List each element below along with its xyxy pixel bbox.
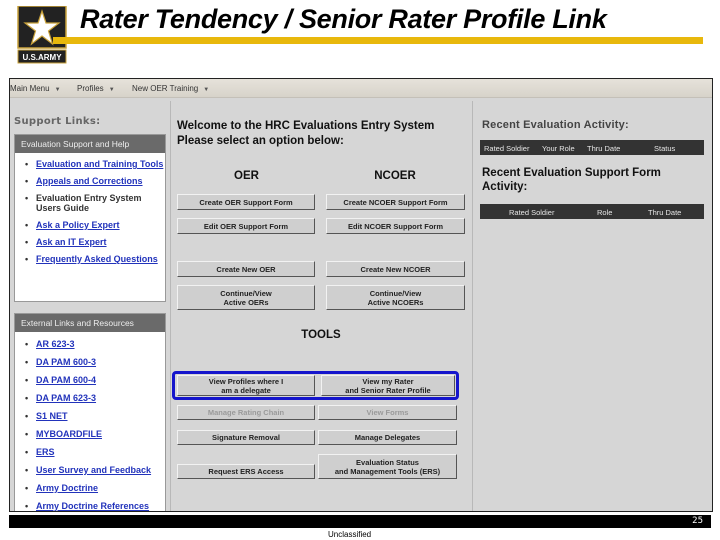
welcome-line-1: Welcome to the HRC Evaluations Entry Sys… [177, 120, 435, 132]
manage-delegates-button[interactable]: Manage Delegates [318, 430, 457, 445]
menu-label: Main Menu [10, 84, 50, 93]
external-link[interactable]: DA PAM 600-3 [36, 357, 96, 367]
support-link-item: Frequently Asked Questions [23, 254, 165, 264]
menu-label: Profiles [77, 84, 104, 93]
support-links-label: Support Links: [14, 116, 101, 127]
ncoer-heading: NCOER [374, 170, 416, 182]
chevron-down-icon: ▼ [54, 87, 61, 93]
app-screenshot: Main Menu ▼ Profiles ▼ New OER Training ▼ S… [9, 78, 713, 512]
continue-view-active-ncoers-button[interactable]: Continue/View Active NCOERs [326, 285, 465, 310]
request-ers-access-button[interactable]: Request ERS Access [177, 464, 315, 479]
external-link-item: User Survey and Feedback [23, 465, 165, 475]
menu-profiles[interactable]: Profiles ▼ [77, 84, 115, 93]
evaluation-status-tools-button[interactable]: Evaluation Status and Management Tools (… [318, 454, 457, 479]
support-link-item: Ask an IT Expert [23, 237, 165, 247]
oer-heading: OER [234, 170, 259, 182]
page-number: 25 [692, 516, 703, 526]
create-oer-support-form-button[interactable]: Create OER Support Form [177, 194, 315, 210]
signature-removal-button[interactable]: Signature Removal [177, 430, 315, 445]
column-header[interactable]: Thru Date [648, 208, 681, 217]
menu-new-oer-training[interactable]: New OER Training ▼ [132, 84, 209, 93]
support-text: Evaluation Entry System Users Guide [36, 193, 142, 213]
welcome-message: Welcome to the HRC Evaluations Entry Sys… [177, 119, 434, 149]
view-forms-button[interactable]: View Forms [318, 405, 457, 420]
external-link[interactable]: S1 NET [36, 411, 68, 421]
create-ncoer-support-form-button[interactable]: Create NCOER Support Form [326, 194, 465, 210]
column-divider [472, 101, 473, 511]
column-header[interactable]: Status [654, 144, 675, 153]
external-link[interactable]: Army Doctrine References [36, 501, 149, 511]
external-link-item: Army Doctrine [23, 483, 165, 493]
column-header[interactable]: Rated Soldier [484, 144, 529, 153]
external-link-item: Army Doctrine References [23, 501, 165, 511]
external-link-item: DA PAM 600-3 [23, 357, 165, 367]
edit-oer-support-form-button[interactable]: Edit OER Support Form [177, 218, 315, 234]
column-header[interactable]: Role [597, 208, 612, 217]
recent-evaluation-activity-title: Recent Evaluation Activity: [482, 119, 629, 131]
evaluation-support-box: Evaluation Support and Help Evaluation a… [14, 134, 166, 302]
support-activity-table-header: Rated Soldier Role Thru Date [480, 204, 704, 219]
menu-label: New OER Training [132, 84, 199, 93]
external-links-box: External Links and Resources AR 623-3 DA… [14, 313, 166, 511]
external-link[interactable]: MYBOARDFILE [36, 429, 102, 439]
external-link-item: AR 623-3 [23, 339, 165, 349]
column-header[interactable]: Thru Date [587, 144, 620, 153]
external-link-item: ERS [23, 447, 165, 457]
support-link[interactable]: Evaluation and Training Tools [36, 159, 163, 169]
external-link[interactable]: ERS [36, 447, 55, 457]
tools-heading: TOOLS [301, 329, 341, 341]
external-link[interactable]: User Survey and Feedback [36, 465, 151, 475]
chevron-down-icon: ▼ [108, 87, 115, 93]
recent-activity-table-header: Rated Soldier Your Role Thru Date Status [480, 140, 704, 155]
column-header[interactable]: Rated Soldier [509, 208, 554, 217]
support-link-item: Ask a Policy Expert [23, 220, 165, 230]
external-link[interactable]: DA PAM 623-3 [36, 393, 96, 403]
menu-bar: Main Menu ▼ Profiles ▼ New OER Training ▼ [10, 79, 712, 98]
classification-label: Unclassified [328, 530, 372, 539]
chevron-down-icon: ▼ [203, 87, 210, 93]
box-header: External Links and Resources [15, 314, 165, 332]
support-link-item: Appeals and Corrections [23, 176, 165, 186]
highlight-box [172, 371, 459, 400]
edit-ncoer-support-form-button[interactable]: Edit NCOER Support Form [326, 218, 465, 234]
external-link[interactable]: Army Doctrine [36, 483, 98, 493]
external-link-item: MYBOARDFILE [23, 429, 165, 439]
support-link[interactable]: Frequently Asked Questions [36, 254, 158, 264]
support-link[interactable]: Ask an IT Expert [36, 237, 107, 247]
external-link[interactable]: AR 623-3 [36, 339, 75, 349]
continue-view-active-oers-button[interactable]: Continue/View Active OERs [177, 285, 315, 310]
column-divider [170, 101, 171, 511]
support-link[interactable]: Ask a Policy Expert [36, 220, 120, 230]
support-link[interactable]: Appeals and Corrections [36, 176, 143, 186]
menu-main-menu[interactable]: Main Menu ▼ [10, 84, 61, 93]
box-header: Evaluation Support and Help [15, 135, 165, 153]
army-star-logo: U.S.ARMY [17, 5, 67, 64]
support-link-item: Evaluation and Training Tools [23, 159, 165, 169]
recent-support-form-activity-title: Recent Evaluation Support Form Activity: [482, 167, 661, 193]
column-header[interactable]: Your Role [542, 144, 575, 153]
logo-text: U.S.ARMY [22, 53, 62, 62]
support-link-item: Evaluation Entry System Users Guide [23, 193, 165, 213]
create-new-oer-button[interactable]: Create New OER [177, 261, 315, 277]
welcome-line-2: Please select an option below: [177, 135, 344, 147]
external-link-item: S1 NET [23, 411, 165, 421]
title-underline-bar [53, 37, 703, 44]
slide-footer-bar: 25 [9, 515, 711, 528]
external-link-item: DA PAM 600-4 [23, 375, 165, 385]
external-link-item: DA PAM 623-3 [23, 393, 165, 403]
external-link[interactable]: DA PAM 600-4 [36, 375, 96, 385]
slide-title: Rater Tendency / Senior Rater Profile Li… [80, 4, 607, 34]
manage-rating-chain-button[interactable]: Manage Rating Chain [177, 405, 315, 420]
create-new-ncoer-button[interactable]: Create New NCOER [326, 261, 465, 277]
